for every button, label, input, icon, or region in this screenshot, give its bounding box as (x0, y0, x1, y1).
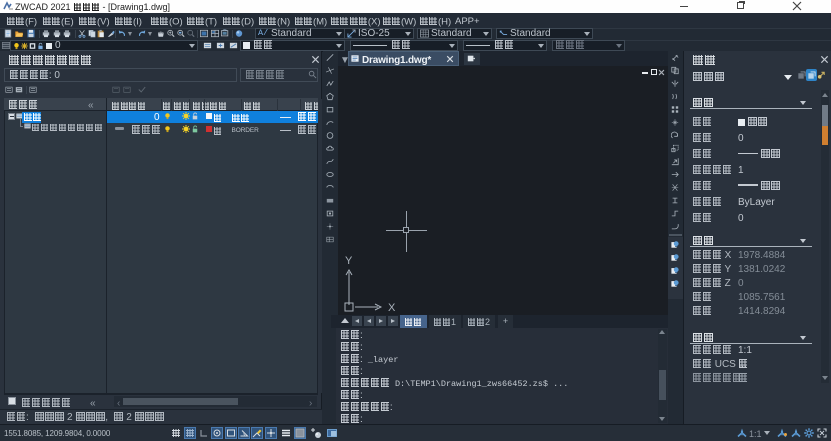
svg-text:X: X (388, 302, 396, 314)
svg-text:Y: Y (345, 255, 353, 267)
